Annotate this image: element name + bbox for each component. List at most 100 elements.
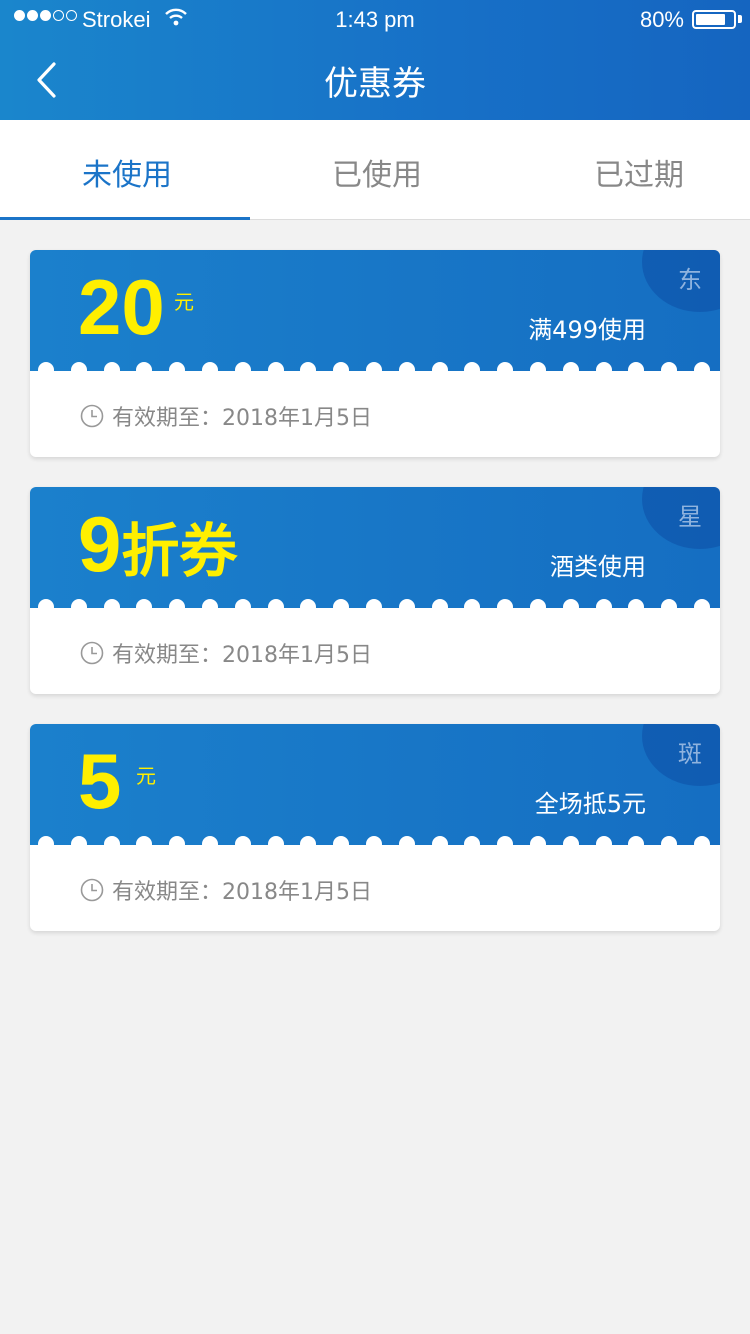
scallop-dot (661, 599, 678, 608)
scallop-dot (595, 362, 612, 371)
coupon-amount: 9折券 (78, 505, 237, 583)
scallop-dot (562, 362, 579, 371)
scallop-dot (234, 362, 251, 371)
scallop-edge (30, 836, 720, 845)
scallop-dot (136, 599, 153, 608)
tab-used[interactable]: 已使用 (332, 150, 422, 194)
scallop-dot (530, 362, 546, 371)
coupon-corner-label: 东 (678, 266, 702, 294)
app-header: Strokei 1:43 pm 80% 优惠券 (0, 0, 750, 120)
coupon-amount-suffix: 折券 (121, 517, 238, 585)
scallop-dot (628, 599, 645, 608)
scallop-dot (169, 362, 186, 371)
scallop-dot (136, 836, 153, 845)
coupon-corner-label: 星 (678, 503, 702, 531)
scallop-dot (70, 599, 87, 608)
scallop-dot (136, 362, 153, 371)
battery-icon (692, 10, 736, 29)
expiry-text: 有效期至：2018年1月5日 (112, 643, 372, 668)
clock-icon (80, 641, 104, 665)
scallop-dot (628, 362, 645, 371)
coupon-amount-number: 9 (78, 500, 122, 588)
scallop-dot (300, 362, 317, 371)
scallop-dot (202, 836, 218, 845)
scallop-dot (267, 362, 284, 371)
coupon-condition: 全场抵5元 (534, 790, 646, 818)
scallop-dot (366, 362, 382, 371)
scallop-dot (562, 836, 579, 845)
scallop-dot (464, 362, 481, 371)
scallop-dot (333, 362, 350, 371)
expiry-text: 有效期至：2018年1月5日 (112, 880, 372, 905)
scallop-dot (398, 362, 415, 371)
coupon-amount: 5 (78, 737, 122, 825)
scallop-dot (202, 362, 218, 371)
coupon-card[interactable]: 东 20 元 满499使用 有效期至：2018年1月5日 (30, 250, 720, 457)
coupon-header: 斑 5 元 全场抵5元 (30, 724, 720, 845)
scallop-dot (661, 362, 678, 371)
scallop-dot (628, 836, 645, 845)
scallop-dot (267, 836, 284, 845)
scallop-edge (30, 362, 720, 371)
scallop-dot (530, 599, 546, 608)
scallop-dot (366, 836, 382, 845)
scallop-dot (70, 836, 87, 845)
battery-nub (738, 15, 742, 23)
scallop-dot (464, 836, 481, 845)
scallop-dot (497, 836, 514, 845)
scallop-dot (694, 362, 710, 371)
status-time: 1:43 pm (335, 7, 415, 32)
coupon-expiry: 有效期至：2018年1月5日 (80, 400, 372, 432)
scallop-dot (497, 599, 514, 608)
scallop-dot (431, 362, 448, 371)
page-title: 优惠券 (324, 64, 426, 104)
scallop-dot (234, 599, 251, 608)
coupon-corner-label: 斑 (678, 740, 702, 768)
active-tab-indicator (0, 217, 250, 220)
scallop-dot (366, 599, 382, 608)
scallop-dot (595, 599, 612, 608)
coupon-amount: 20 (78, 263, 165, 351)
clock-icon (80, 878, 104, 902)
scallop-dot (202, 599, 218, 608)
scallop-dot (103, 836, 120, 845)
scallop-dot (103, 599, 120, 608)
scallop-dot (398, 599, 415, 608)
expiry-text: 有效期至：2018年1月5日 (112, 406, 372, 431)
coupon-expiry: 有效期至：2018年1月5日 (80, 637, 372, 669)
scallop-dot (300, 836, 317, 845)
scallop-dot (530, 836, 546, 845)
tab-unused[interactable]: 未使用 (82, 150, 172, 194)
scallop-dot (661, 836, 678, 845)
scallop-dot (70, 362, 87, 371)
clock-icon (80, 404, 104, 428)
scallop-dot (38, 836, 54, 845)
scallop-dot (464, 599, 481, 608)
coupon-header: 星 9折券 酒类使用 (30, 487, 720, 608)
scallop-dot (497, 362, 514, 371)
scallop-dot (234, 836, 251, 845)
scallop-dot (38, 599, 54, 608)
tab-expired[interactable]: 已过期 (594, 150, 684, 194)
scallop-dot (431, 599, 448, 608)
scallop-edge (30, 599, 720, 608)
scallop-dot (333, 836, 350, 845)
battery-percentage: 80% (639, 7, 684, 32)
coupon-card[interactable]: 星 9折券 酒类使用 有效期至：2018年1月5日 (30, 487, 720, 694)
coupon-unit: 元 (136, 764, 156, 788)
scallop-dot (562, 599, 579, 608)
coupon-unit: 元 (174, 290, 194, 314)
scallop-dot (333, 599, 350, 608)
coupon-condition: 满499使用 (528, 316, 646, 344)
status-bar: Strokei 1:43 pm 80% (0, 0, 750, 40)
coupon-card[interactable]: 斑 5 元 全场抵5元 有效期至：2018年1月5日 (30, 724, 720, 931)
scallop-dot (38, 362, 54, 371)
scallop-dot (169, 599, 186, 608)
coupon-condition: 酒类使用 (550, 553, 646, 581)
scallop-dot (694, 599, 710, 608)
scallop-dot (431, 836, 448, 845)
scallop-dot (169, 836, 186, 845)
tab-bar: 未使用 已使用 已过期 (0, 120, 750, 220)
scallop-dot (398, 836, 415, 845)
coupon-expiry: 有效期至：2018年1月5日 (80, 874, 372, 906)
